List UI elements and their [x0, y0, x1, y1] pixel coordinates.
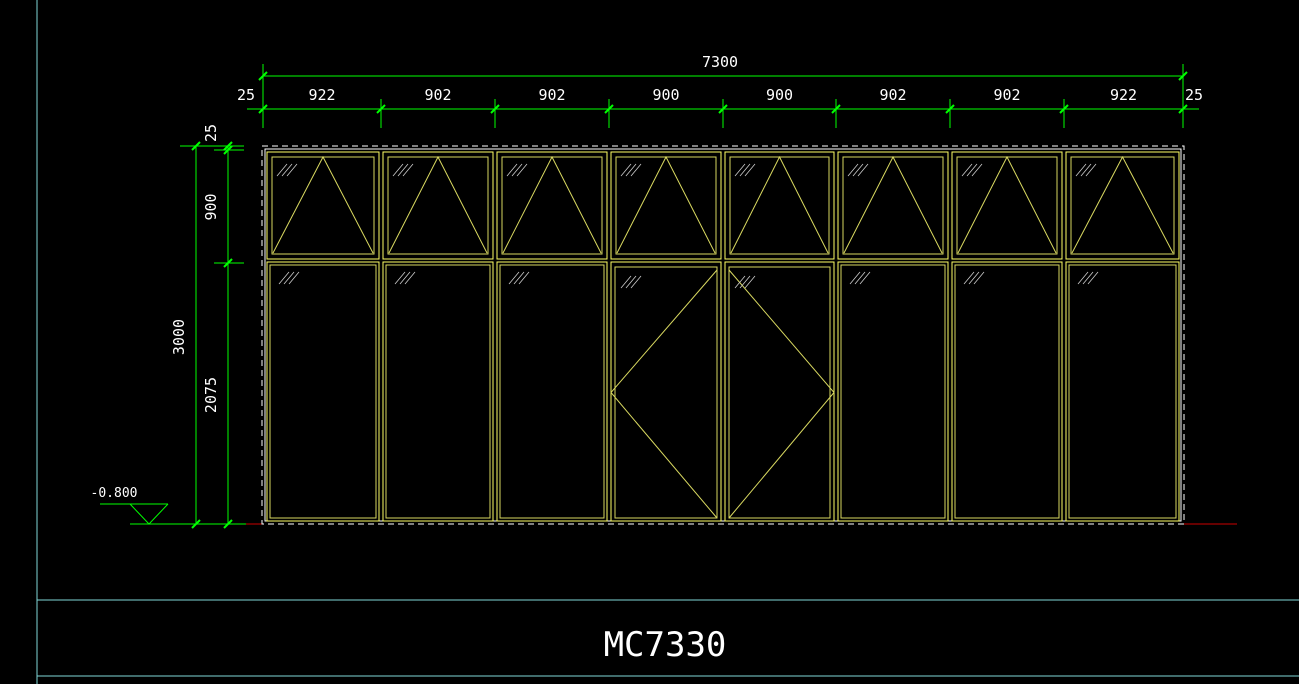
height-lower-label: 2075: [202, 377, 220, 413]
transom-window: [1065, 151, 1180, 260]
transom-window: [837, 151, 949, 260]
transom-window: [266, 151, 380, 260]
transom-window: [724, 151, 835, 260]
door-column: [266, 151, 380, 522]
height-transom-label: 900: [202, 193, 220, 220]
door-outer-frame: [261, 145, 1185, 525]
fixed-glass-panel: [382, 261, 494, 522]
fixed-glass-panel: [266, 261, 380, 522]
fixed-glass-panel: [496, 261, 608, 522]
fixed-glass-panel: [1065, 261, 1180, 522]
door-column: [610, 151, 722, 522]
door-column: [951, 151, 1063, 522]
door-leaf: [610, 261, 722, 522]
overall-width-label: 7300: [702, 53, 738, 71]
drawing-title: MC7330: [604, 625, 727, 665]
door-column: [837, 151, 949, 522]
door-leaf: [724, 261, 835, 522]
segment-label: 902: [424, 86, 451, 104]
transom-window: [382, 151, 494, 260]
level-label: -0.800: [91, 486, 138, 501]
segment-label: 902: [879, 86, 906, 104]
cad-drawing-canvas: MC7330 7300 25 922 902 902 900 900 902 902 922 25…: [36, 0, 1299, 684]
fixed-glass-panel: [951, 261, 1063, 522]
level-marker: -0.800: [91, 486, 262, 525]
segment-label: 900: [766, 86, 793, 104]
door-column: [496, 151, 608, 522]
segment-label: 25: [1185, 86, 1203, 104]
door-column: [382, 151, 494, 522]
fixed-glass-panel: [837, 261, 949, 522]
transom-window: [610, 151, 722, 260]
segment-label: 902: [538, 86, 565, 104]
height-dimensions: 3000 25 900 2075: [170, 124, 244, 529]
door-column: [1065, 151, 1180, 522]
segment-label: 902: [993, 86, 1020, 104]
segment-dimensions: 25 922 902 902 900 900 902 902 922 25: [237, 86, 1203, 128]
segment-label: 25: [237, 86, 255, 104]
door-panels: [266, 151, 1180, 522]
height-top-margin-label: 25: [202, 124, 220, 142]
segment-label: 900: [652, 86, 679, 104]
transom-window: [496, 151, 608, 260]
height-total-label: 3000: [170, 319, 188, 355]
door-column: [724, 151, 835, 522]
segment-label: 922: [1110, 86, 1137, 104]
transom-window: [951, 151, 1063, 260]
segment-label: 922: [308, 86, 335, 104]
